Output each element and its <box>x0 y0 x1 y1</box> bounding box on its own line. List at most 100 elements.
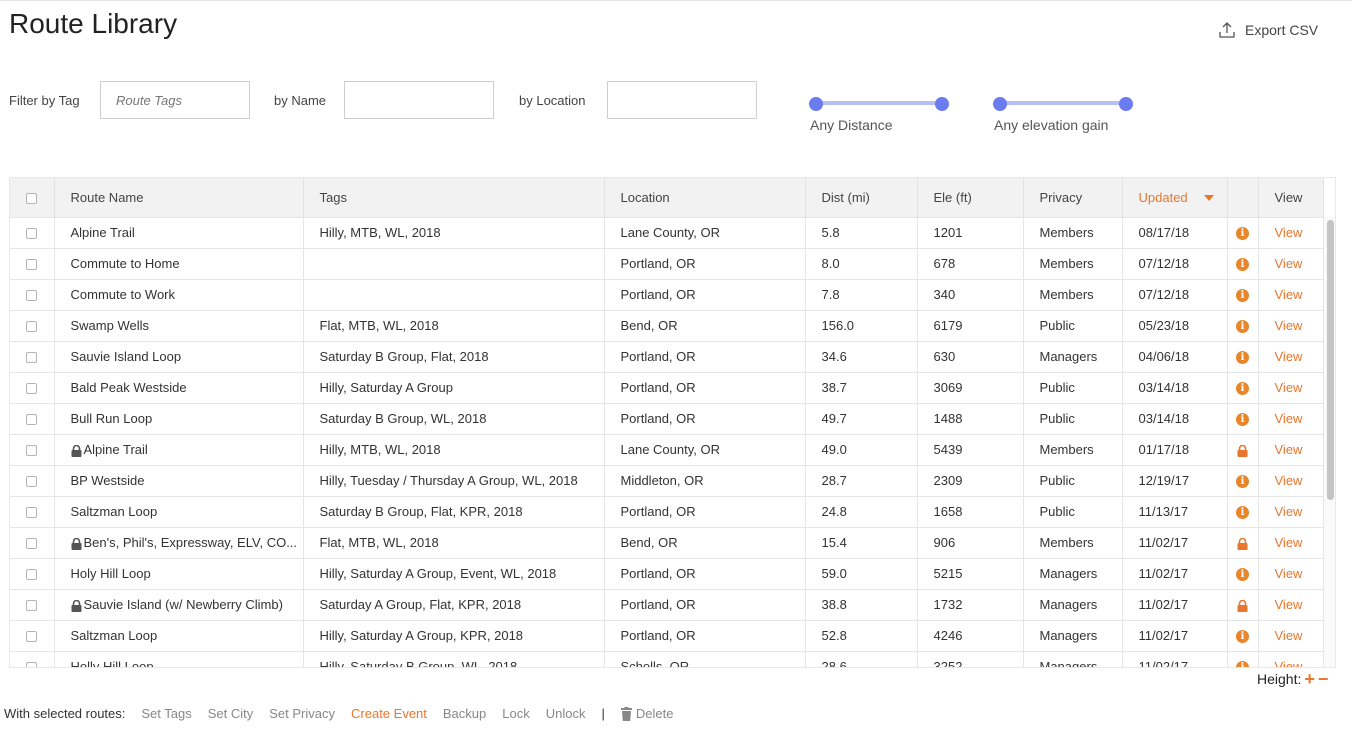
view-link[interactable]: View <box>1258 496 1324 527</box>
col-privacy[interactable]: Privacy <box>1023 178 1123 217</box>
view-link[interactable]: View <box>1258 217 1324 248</box>
route-name-cell: Bald Peak Westside <box>54 372 304 403</box>
row-checkbox[interactable] <box>26 414 38 426</box>
row-checkbox[interactable] <box>26 352 38 364</box>
table-row[interactable]: Ben's, Phil's, Expressway, ELV, CO... Fla… <box>10 527 1324 558</box>
route-name: Holly Hill Loop <box>70 659 154 668</box>
set-city-action[interactable]: Set City <box>208 706 254 721</box>
col-updated[interactable]: Updated <box>1122 178 1228 217</box>
col-location[interactable]: Location <box>604 178 806 217</box>
col-elevation[interactable]: Ele (ft) <box>917 178 1024 217</box>
height-decrease-icon[interactable]: − <box>1318 670 1329 688</box>
view-link[interactable]: View <box>1258 589 1324 620</box>
row-checkbox[interactable] <box>26 321 38 333</box>
table-header: Route Name Tags Location Dist (mi) Ele (… <box>10 178 1324 217</box>
route-name: Alpine Trail <box>83 441 148 457</box>
view-link[interactable]: View <box>1258 248 1324 279</box>
location-cell: Middleton, OR <box>604 465 806 496</box>
row-checkbox[interactable] <box>26 290 38 302</box>
row-checkbox[interactable] <box>26 228 38 240</box>
info-icon[interactable]: i <box>1236 475 1249 489</box>
row-checkbox[interactable] <box>26 383 38 395</box>
view-link[interactable]: View <box>1258 310 1324 341</box>
row-checkbox[interactable] <box>26 476 38 488</box>
info-icon[interactable]: i <box>1236 258 1249 272</box>
elevation-cell: 3252 <box>917 651 1024 667</box>
table-row[interactable]: Bald Peak Westside Hilly, Saturday A Grou… <box>10 372 1324 403</box>
elevation-cell: 1658 <box>917 496 1024 527</box>
set-privacy-action[interactable]: Set Privacy <box>269 706 335 721</box>
elevation-min-handle[interactable] <box>993 97 1007 111</box>
backup-action[interactable]: Backup <box>443 706 486 721</box>
create-event-action[interactable]: Create Event <box>351 706 427 721</box>
row-checkbox[interactable] <box>26 259 38 271</box>
table-row[interactable]: Saltzman Loop Hilly, Saturday A Group, KP… <box>10 620 1324 651</box>
view-link[interactable]: View <box>1258 651 1324 667</box>
col-tags[interactable]: Tags <box>303 178 605 217</box>
row-checkbox[interactable] <box>26 569 38 581</box>
export-csv-button[interactable]: Export CSV <box>1218 21 1318 39</box>
tags-cell: Hilly, MTB, WL, 2018 <box>303 434 605 465</box>
table-row[interactable]: Sauvie Island Loop Saturday B Group, Flat… <box>10 341 1324 372</box>
elevation-max-handle[interactable] <box>1119 97 1133 111</box>
row-checkbox[interactable] <box>26 631 38 643</box>
table-row[interactable]: Holy Hill Loop Hilly, Saturday A Group, E… <box>10 558 1324 589</box>
row-checkbox[interactable] <box>26 662 38 667</box>
table-row[interactable]: Commute to Home Portland, OR 8.0 678 Members… <box>10 248 1324 279</box>
location-filter-input[interactable] <box>607 81 757 119</box>
table-row[interactable]: Sauvie Island (w/ Newberry Climb) Saturda… <box>10 589 1324 620</box>
row-checkbox[interactable] <box>26 445 38 457</box>
filter-tag-label: Filter by Tag <box>9 93 80 108</box>
table-row[interactable]: Commute to Work Portland, OR 7.8 340 Members… <box>10 279 1324 310</box>
table-row[interactable]: Swamp Wells Flat, MTB, WL, 2018 Bend, OR 15… <box>10 310 1324 341</box>
table-row[interactable]: BP Westside Hilly, Tuesday / Thursday A G… <box>10 465 1324 496</box>
info-icon[interactable]: i <box>1236 351 1249 365</box>
scrollbar-thumb[interactable] <box>1327 220 1334 500</box>
info-icon[interactable]: i <box>1236 506 1249 520</box>
distance-range-slider[interactable] <box>809 97 949 111</box>
set-tags-action[interactable]: Set Tags <box>141 706 191 721</box>
privacy-cell: Public <box>1023 372 1123 403</box>
unlock-action[interactable]: Unlock <box>546 706 586 721</box>
col-route-name[interactable]: Route Name <box>54 178 304 217</box>
table-row[interactable]: Holly Hill Loop Hilly, Saturday B Group, … <box>10 651 1324 668</box>
view-link[interactable]: View <box>1258 434 1324 465</box>
height-increase-icon[interactable]: + <box>1304 670 1315 688</box>
table-scrollbar[interactable] <box>1324 216 1335 667</box>
table-row[interactable]: Alpine Trail Hilly, MTB, WL, 2018 Lane Cou… <box>10 434 1324 465</box>
elevation-range-slider[interactable] <box>993 97 1133 111</box>
table-row[interactable]: Saltzman Loop Saturday B Group, Flat, KPR… <box>10 496 1324 527</box>
info-icon[interactable]: i <box>1236 568 1249 582</box>
info-icon[interactable]: i <box>1236 382 1249 396</box>
info-icon[interactable]: i <box>1236 289 1249 303</box>
bulk-actions-label: With selected routes: <box>4 706 126 721</box>
route-tags-input[interactable] <box>100 81 250 119</box>
select-all-checkbox[interactable] <box>26 192 38 204</box>
view-link[interactable]: View <box>1258 558 1324 589</box>
view-link[interactable]: View <box>1258 620 1324 651</box>
row-checkbox[interactable] <box>26 538 38 550</box>
name-filter-input[interactable] <box>344 81 494 119</box>
info-icon[interactable]: i <box>1236 630 1249 644</box>
row-checkbox[interactable] <box>26 507 38 519</box>
view-link[interactable]: View <box>1258 372 1324 403</box>
status-icon-cell: i <box>1227 620 1259 651</box>
row-checkbox[interactable] <box>26 600 38 612</box>
lock-action[interactable]: Lock <box>502 706 529 721</box>
distance-max-handle[interactable] <box>935 97 949 111</box>
table-row[interactable]: Bull Run Loop Saturday B Group, WL, 2018 P… <box>10 403 1324 434</box>
privacy-cell: Public <box>1023 496 1123 527</box>
delete-action[interactable]: Delete <box>620 706 673 721</box>
info-icon[interactable]: i <box>1236 227 1249 241</box>
info-icon[interactable]: i <box>1236 413 1249 427</box>
view-link[interactable]: View <box>1258 279 1324 310</box>
view-link[interactable]: View <box>1258 341 1324 372</box>
col-distance[interactable]: Dist (mi) <box>805 178 918 217</box>
distance-min-handle[interactable] <box>809 97 823 111</box>
view-link[interactable]: View <box>1258 465 1324 496</box>
info-icon[interactable]: i <box>1236 661 1249 667</box>
info-icon[interactable]: i <box>1236 320 1249 334</box>
view-link[interactable]: View <box>1258 527 1324 558</box>
table-row[interactable]: Alpine Trail Hilly, MTB, WL, 2018 Lane Cou… <box>10 217 1324 248</box>
view-link[interactable]: View <box>1258 403 1324 434</box>
